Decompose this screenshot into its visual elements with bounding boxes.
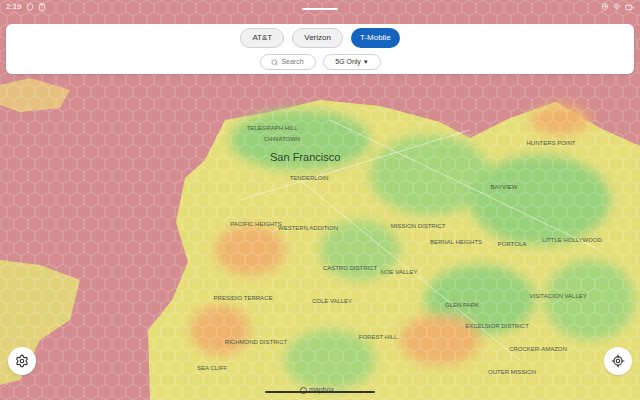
map-label: PORTOLA bbox=[498, 241, 526, 248]
map-label: MISSION DISTRICT bbox=[391, 223, 446, 230]
network-filter-dropdown[interactable]: 5G Only▾ bbox=[323, 54, 381, 70]
map-label: NOE VALLEY bbox=[381, 269, 418, 276]
navigation-handle[interactable] bbox=[265, 391, 375, 393]
shield-icon bbox=[26, 3, 34, 11]
battery-icon bbox=[625, 3, 634, 12]
clipboard-icon bbox=[38, 3, 46, 11]
my-location-button[interactable] bbox=[604, 347, 632, 375]
location-status-icon bbox=[601, 3, 609, 11]
map-label: HUNTERS POINT bbox=[526, 140, 575, 147]
map-label: PRESIDIO TERRACE bbox=[214, 295, 273, 302]
map-label: TENDERLOIN bbox=[290, 175, 329, 182]
map-label: SEA CLIFF bbox=[197, 365, 227, 372]
map-label: FOREST HILL bbox=[359, 334, 398, 341]
gear-icon bbox=[15, 354, 29, 368]
top-handle bbox=[302, 8, 338, 10]
carrier-tab[interactable]: AT&T bbox=[240, 28, 284, 48]
search-field[interactable]: Search bbox=[260, 54, 316, 70]
carrier-tab[interactable]: T-Mobile bbox=[351, 28, 400, 48]
city-label: San Francisco bbox=[270, 149, 340, 166]
map-label: CASTRO DISTRICT bbox=[323, 265, 377, 272]
carrier-tabs: AT&T Verizon T-Mobile bbox=[240, 28, 399, 48]
map-label: LITTLE HOLLYWOOD bbox=[542, 237, 602, 244]
status-bar: 2:19 bbox=[0, 0, 640, 14]
control-card: AT&T Verizon T-Mobile Search 5G Only▾ bbox=[6, 24, 634, 74]
map-label: WESTERN ADDITION bbox=[278, 225, 338, 232]
status-time: 2:19 bbox=[6, 1, 22, 13]
map-label: TELEGRAPH HILL bbox=[247, 125, 298, 132]
map-label: CHINATOWN bbox=[264, 136, 300, 143]
map-label: RICHMOND DISTRICT bbox=[225, 339, 287, 346]
map-label: GLEN PARK bbox=[445, 302, 479, 309]
map-label: VISITACION VALLEY bbox=[529, 293, 586, 300]
map-label: BERNAL HEIGHTS bbox=[430, 239, 482, 246]
app: TELEGRAPH HILL CHINATOWN TENDERLOIN PACIFIC… bbox=[0, 0, 640, 400]
map-label: COLE VALLEY bbox=[312, 298, 352, 305]
map-label: EXCELSIOR DISTRICT bbox=[465, 323, 529, 330]
dropdown-arrow: ▾ bbox=[364, 57, 368, 68]
crosshair-icon bbox=[611, 354, 625, 368]
map-label: BAYVIEW bbox=[491, 184, 518, 191]
settings-button[interactable] bbox=[8, 347, 36, 375]
map-label: OUTER MISSION bbox=[488, 369, 536, 376]
carrier-tab[interactable]: Verizon bbox=[292, 28, 343, 48]
map-label: PACIFIC HEIGHTS bbox=[230, 221, 282, 228]
search-icon bbox=[271, 59, 278, 66]
map-label: CROCKER-AMAZON bbox=[509, 346, 567, 353]
wifi-icon bbox=[613, 3, 621, 11]
